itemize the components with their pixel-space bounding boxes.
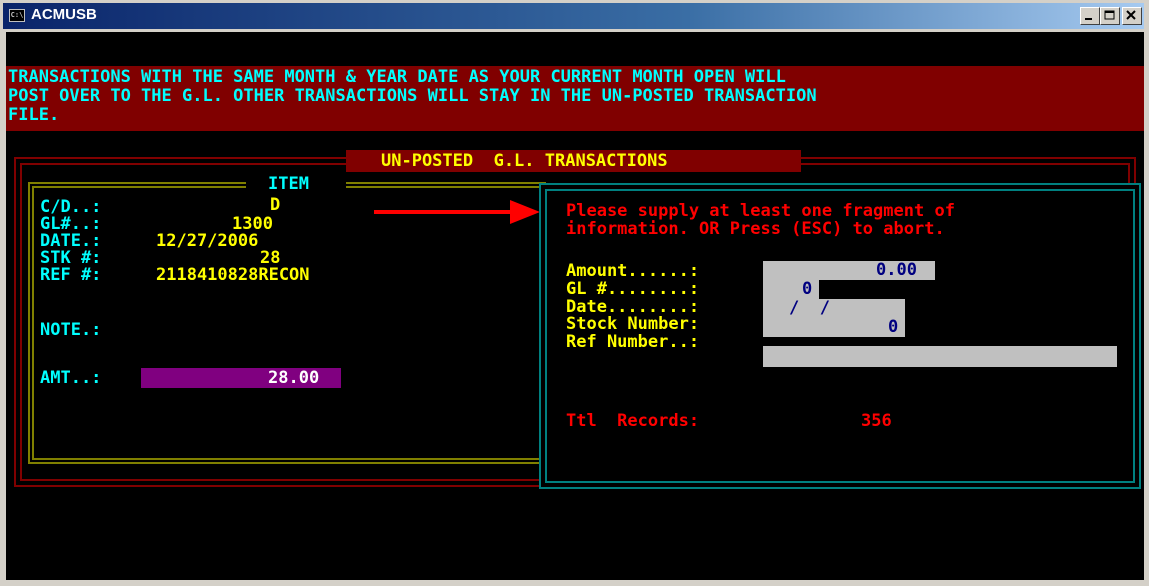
field-value-cd: D bbox=[270, 195, 281, 215]
search-date-value: / / bbox=[789, 298, 830, 318]
search-stock-label: Stock Number: bbox=[566, 314, 700, 334]
console-screen[interactable]: TRANSACTIONS WITH THE SAME MONTH & YEAR … bbox=[6, 32, 1144, 580]
minimize-icon bbox=[1085, 18, 1092, 20]
title-bar[interactable]: C:\ ACMUSB bbox=[3, 3, 1144, 29]
field-label-ref: REF #: bbox=[40, 265, 102, 285]
banner-line-1: TRANSACTIONS WITH THE SAME MONTH & YEAR … bbox=[8, 67, 786, 87]
field-value-ref: 2118410828RECON bbox=[156, 265, 310, 285]
maximize-button[interactable] bbox=[1100, 7, 1120, 25]
search-ref-input[interactable] bbox=[763, 346, 1117, 367]
maximize-icon bbox=[1104, 10, 1115, 20]
search-ref-label: Ref Number..: bbox=[566, 332, 700, 352]
amt-label: AMT..: bbox=[40, 368, 102, 388]
search-stock-input[interactable] bbox=[763, 318, 905, 337]
search-amount-value: 0.00 bbox=[876, 260, 917, 280]
search-date-input[interactable] bbox=[763, 299, 905, 318]
close-button[interactable] bbox=[1122, 7, 1142, 25]
field-value-date: 12/27/2006 bbox=[156, 231, 259, 251]
arrow-icon bbox=[374, 200, 540, 224]
total-records-value: 356 bbox=[861, 411, 892, 431]
dialog-message-1: Please supply at least one fragment of bbox=[566, 201, 955, 221]
banner-line-2: POST OVER TO THE G.L. OTHER TRANSACTIONS… bbox=[8, 86, 817, 106]
search-gl-value: 0 bbox=[802, 279, 813, 299]
total-records-label: Ttl Records: bbox=[566, 411, 700, 431]
console-icon[interactable]: C:\ bbox=[9, 9, 25, 22]
close-icon bbox=[1126, 10, 1136, 20]
dialog-message-2: information. OR Press (ESC) to abort. bbox=[566, 219, 945, 239]
banner-line-3: FILE. bbox=[8, 105, 60, 125]
console-window: C:\ ACMUSB TRANSACTIONS WITH THE SAME MO… bbox=[0, 0, 1149, 586]
search-stock-value: 0 bbox=[888, 317, 899, 337]
search-amount-label: Amount......: bbox=[566, 261, 700, 281]
window-title: ACMUSB bbox=[31, 6, 97, 23]
info-banner: TRANSACTIONS WITH THE SAME MONTH & YEAR … bbox=[6, 66, 1144, 131]
note-label: NOTE.: bbox=[40, 320, 102, 340]
minimize-button[interactable] bbox=[1080, 7, 1100, 25]
amt-value: 28.00 bbox=[268, 368, 320, 388]
panel-title: UN-POSTED G.L. TRANSACTIONS bbox=[381, 151, 668, 171]
search-gl-label: GL #........: bbox=[566, 279, 700, 299]
item-frame-inner bbox=[32, 186, 542, 460]
item-heading: ITEM bbox=[268, 174, 309, 194]
